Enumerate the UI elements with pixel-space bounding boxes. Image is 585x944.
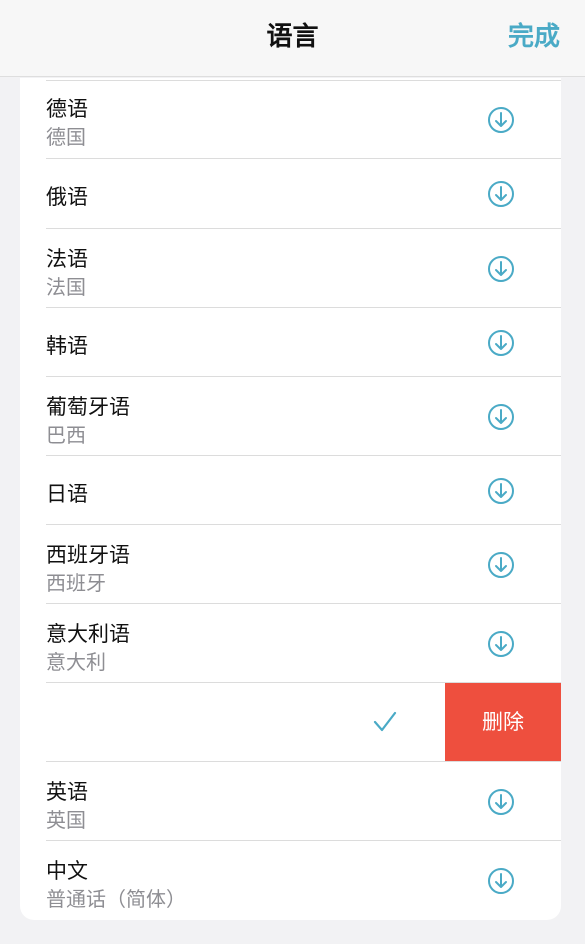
navigation-bar: 语言 完成 bbox=[0, 0, 585, 77]
language-name: 意大利语 bbox=[46, 622, 130, 646]
language-row-spanish[interactable]: 西班牙语 西班牙 bbox=[20, 525, 561, 604]
language-row-portuguese[interactable]: 葡萄牙语 巴西 bbox=[20, 377, 561, 456]
language-name: 韩语 bbox=[46, 334, 88, 358]
language-row-german[interactable]: 德语 德国 bbox=[20, 78, 561, 159]
language-row-french[interactable]: 法语 法国 bbox=[20, 229, 561, 308]
language-name: 中文 bbox=[46, 859, 88, 883]
language-row-italian[interactable]: 意大利语 意大利 bbox=[20, 604, 561, 683]
language-region: 巴西 bbox=[46, 423, 86, 447]
language-name: 西班牙语 bbox=[46, 543, 130, 567]
download-icon[interactable] bbox=[487, 630, 515, 658]
language-row-english[interactable]: 英语 英国 bbox=[20, 762, 561, 841]
language-row-korean[interactable]: 韩语 bbox=[20, 308, 561, 377]
language-region: 英国 bbox=[46, 808, 86, 832]
done-button[interactable]: 完成 bbox=[508, 16, 560, 53]
language-name: 法语 bbox=[46, 247, 88, 271]
language-name: 葡萄牙语 bbox=[46, 395, 130, 419]
download-icon[interactable] bbox=[487, 106, 515, 134]
download-icon[interactable] bbox=[487, 788, 515, 816]
language-list: 德语 德国 俄语 法语 法国 韩语 葡萄牙语 巴西 日语 西班牙语 西班牙 意大… bbox=[20, 78, 561, 920]
language-name: 俄语 bbox=[46, 185, 88, 209]
language-region: 法国 bbox=[46, 275, 86, 299]
download-icon[interactable] bbox=[487, 551, 515, 579]
language-region: 德国 bbox=[46, 125, 86, 149]
swiped-language-row[interactable]: 删除 bbox=[20, 683, 561, 762]
page-title: 语言 bbox=[266, 22, 319, 52]
language-region: 西班牙 bbox=[46, 571, 106, 595]
delete-button[interactable]: 删除 bbox=[445, 683, 561, 761]
download-icon[interactable] bbox=[487, 180, 515, 208]
language-name: 德语 bbox=[46, 97, 88, 121]
download-icon[interactable] bbox=[487, 477, 515, 505]
language-name: 日语 bbox=[46, 482, 88, 506]
language-region: 普通话（简体） bbox=[46, 887, 186, 911]
download-icon[interactable] bbox=[487, 403, 515, 431]
language-region: 意大利 bbox=[46, 650, 106, 674]
language-row-chinese[interactable]: 中文 普通话（简体） bbox=[20, 841, 561, 920]
language-name: 英语 bbox=[46, 780, 88, 804]
download-icon[interactable] bbox=[487, 255, 515, 283]
download-icon[interactable] bbox=[487, 329, 515, 357]
checkmark-icon bbox=[373, 711, 397, 732]
language-row-japanese[interactable]: 日语 bbox=[20, 456, 561, 525]
language-row-russian[interactable]: 俄语 bbox=[20, 159, 561, 229]
download-icon[interactable] bbox=[487, 867, 515, 895]
